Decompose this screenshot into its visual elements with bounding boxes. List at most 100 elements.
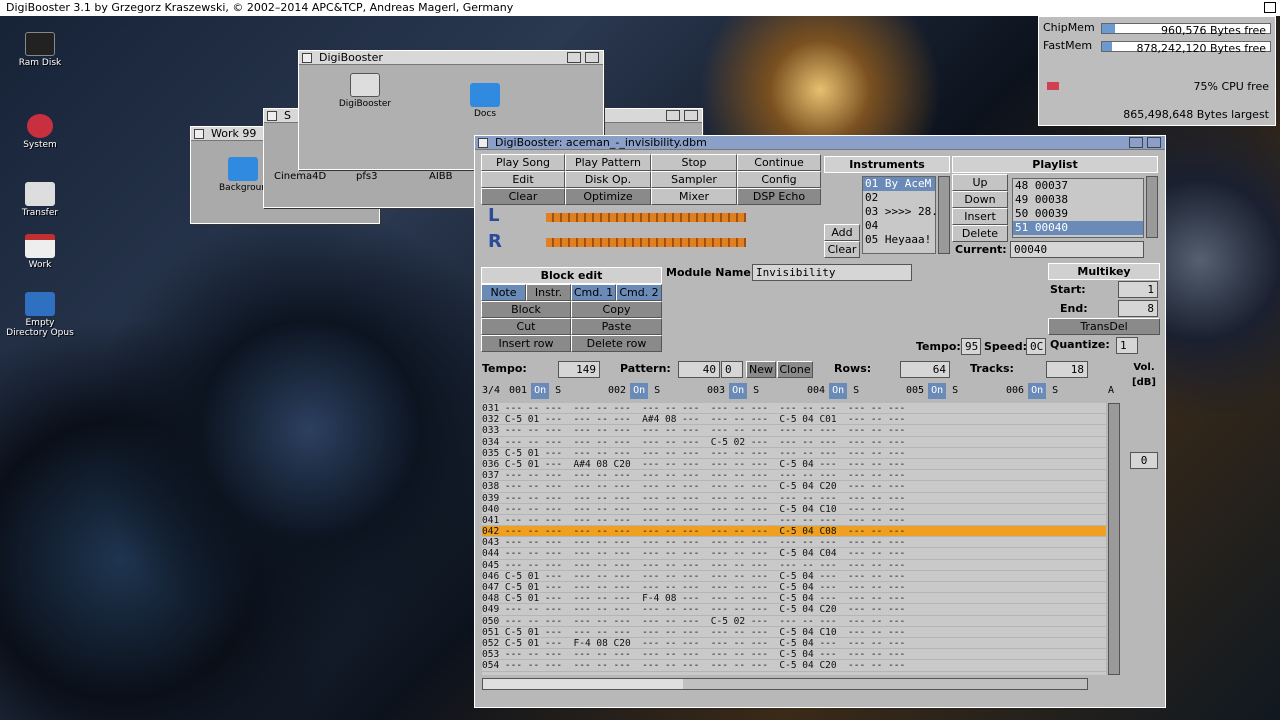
channel-solo-toggle[interactable]: S <box>654 385 660 396</box>
channel-on-toggle[interactable]: On <box>829 383 848 399</box>
sampler-button[interactable]: Sampler <box>651 171 737 188</box>
pattern-row[interactable]: 044 --- -- --- --- -- --- --- -- --- ---… <box>482 548 1106 560</box>
cmd2-toggle-button[interactable]: Cmd. 2 <box>616 284 662 301</box>
delete-row-button[interactable]: Delete row <box>571 335 662 352</box>
clear-button[interactable]: Clear <box>481 188 565 205</box>
playlist-item[interactable]: 49 00038 <box>1013 193 1143 207</box>
pattern-row[interactable]: 041 --- -- --- --- -- --- --- -- --- ---… <box>482 515 1106 527</box>
tempo2-field[interactable]: 95 <box>961 338 981 355</box>
block-button[interactable]: Block <box>481 301 571 318</box>
pattern-row[interactable]: 039 --- -- --- --- -- --- --- -- --- ---… <box>482 493 1106 504</box>
pattern-row[interactable]: 040 --- -- --- --- -- --- --- -- --- ---… <box>482 504 1106 515</box>
channel-solo-toggle[interactable]: S <box>753 385 759 396</box>
digi-drawer-title-bar[interactable]: DigiBooster <box>299 51 603 65</box>
pattern-row[interactable]: 031 --- -- --- --- -- --- --- -- --- ---… <box>482 403 1106 415</box>
depth-gadget-icon[interactable] <box>1264 2 1276 13</box>
pattern-row[interactable]: 051 C-5 01 --- --- -- --- --- -- --- ---… <box>482 627 1106 638</box>
close-gadget-icon[interactable] <box>478 138 488 148</box>
zoom-gadget-icon[interactable] <box>1129 137 1143 148</box>
pattern-row[interactable]: 043 --- -- --- --- -- --- --- -- --- ---… <box>482 537 1106 549</box>
playlist-insert-button[interactable]: Insert <box>952 208 1008 225</box>
depth-gadget-icon[interactable] <box>684 110 698 121</box>
channel-solo-toggle[interactable]: S <box>555 385 561 396</box>
copy-button[interactable]: Copy <box>571 301 662 318</box>
rows-field[interactable]: 64 <box>900 361 950 378</box>
channel-on-toggle[interactable]: On <box>630 383 649 399</box>
pattern-row[interactable]: 033 --- -- --- --- -- --- --- -- --- ---… <box>482 425 1106 437</box>
note-toggle-button[interactable]: Note <box>481 284 526 301</box>
pattern-row[interactable]: 047 C-5 01 --- --- -- --- --- -- --- ---… <box>482 582 1106 594</box>
instr-toggle-button[interactable]: Instr. <box>526 284 571 301</box>
pattern-row[interactable]: 037 --- -- --- --- -- --- --- -- --- ---… <box>482 470 1106 482</box>
transdel-button[interactable]: TransDel <box>1048 318 1160 335</box>
pattern-sub-field[interactable]: 0 <box>721 361 743 378</box>
disk-op-button[interactable]: Disk Op. <box>565 171 651 188</box>
channel-a-label[interactable]: A <box>1108 383 1114 399</box>
depth-gadget-icon[interactable] <box>585 52 599 63</box>
pattern-row[interactable]: 054 --- -- --- --- -- --- --- -- --- ---… <box>482 660 1106 672</box>
playlist-item[interactable]: 51 00040 <box>1013 221 1143 235</box>
instrument-item[interactable]: 02 <box>863 191 935 205</box>
paste-button[interactable]: Paste <box>571 318 662 335</box>
pattern-editor-grid[interactable]: 031 --- -- --- --- -- --- --- -- --- ---… <box>482 403 1106 675</box>
end-field[interactable]: 8 <box>1118 300 1158 317</box>
instrument-add-button[interactable]: Add <box>824 224 860 241</box>
quantize-field[interactable]: 1 <box>1116 337 1138 354</box>
pattern-row[interactable]: 036 C-5 01 --- A#4 08 C20 --- -- --- ---… <box>482 459 1106 471</box>
dsp-echo-button[interactable]: DSP Echo <box>737 188 821 205</box>
pattern-row[interactable]: 053 --- -- --- --- -- --- --- -- --- ---… <box>482 649 1106 661</box>
docs-drawer-icon[interactable]: Docs <box>455 83 515 119</box>
depth-gadget-icon[interactable] <box>1147 137 1161 148</box>
aibb-label[interactable]: AIBB <box>429 171 453 182</box>
close-gadget-icon[interactable] <box>302 53 312 63</box>
instrument-item[interactable]: 03 >>>> 28.l. <box>863 205 951 219</box>
playlist-scrollbar[interactable] <box>1146 176 1158 238</box>
mixer-button[interactable]: Mixer <box>651 188 737 205</box>
close-gadget-icon[interactable] <box>267 111 277 121</box>
channel-solo-toggle[interactable]: S <box>853 385 859 396</box>
cut-button[interactable]: Cut <box>481 318 571 335</box>
pattern-field[interactable]: 40 <box>678 361 720 378</box>
speed-field[interactable]: 0C <box>1026 338 1046 355</box>
tracks-field[interactable]: 18 <box>1046 361 1088 378</box>
pattern-row[interactable]: 049 --- -- --- --- -- --- --- -- --- ---… <box>482 604 1106 616</box>
zoom-gadget-icon[interactable] <box>666 110 680 121</box>
insert-row-button[interactable]: Insert row <box>481 335 571 352</box>
close-gadget-icon[interactable] <box>194 129 204 139</box>
playlist-list[interactable]: 48 00037 49 00038 50 00039 51 00040 <box>1012 178 1144 238</box>
new-pattern-button[interactable]: New <box>746 361 776 378</box>
pattern-row[interactable]: 045 --- -- --- --- -- --- --- -- --- ---… <box>482 560 1106 571</box>
cinema4d-label[interactable]: Cinema4D <box>274 171 326 182</box>
current-field[interactable]: 00040 <box>1010 241 1144 258</box>
play-pattern-button[interactable]: Play Pattern <box>565 154 651 171</box>
pattern-row[interactable]: 032 C-5 01 --- --- -- --- A#4 08 --- ---… <box>482 414 1106 426</box>
edit-button[interactable]: Edit <box>481 171 565 188</box>
pattern-row[interactable]: 042 --- -- --- --- -- --- --- -- --- ---… <box>482 526 1106 538</box>
tempo-field[interactable]: 149 <box>558 361 600 378</box>
ram-disk-icon[interactable]: Ram Disk <box>10 32 70 68</box>
zoom-gadget-icon[interactable] <box>567 52 581 63</box>
pattern-row[interactable]: 050 --- -- --- --- -- --- --- -- --- C-5… <box>482 616 1106 627</box>
scroll-thumb[interactable] <box>483 679 683 689</box>
pattern-row[interactable]: 048 C-5 01 --- --- -- --- F-4 08 --- ---… <box>482 593 1106 605</box>
pattern-row[interactable]: 052 C-5 01 --- F-4 08 C20 --- -- --- ---… <box>482 638 1106 650</box>
channel-solo-toggle[interactable]: S <box>1052 385 1058 396</box>
multikey-header[interactable]: Multikey <box>1048 263 1160 280</box>
work-disk-icon[interactable]: Work <box>10 234 70 270</box>
playlist-item[interactable]: 50 00039 <box>1013 207 1143 221</box>
channel-on-toggle[interactable]: On <box>1028 383 1047 399</box>
transfer-icon[interactable]: Transfer <box>10 182 70 218</box>
channel-on-toggle[interactable]: On <box>531 383 550 399</box>
pattern-row[interactable]: 034 --- -- --- --- -- --- --- -- --- C-5… <box>482 437 1106 448</box>
playlist-delete-button[interactable]: Delete <box>952 225 1008 242</box>
pfs3-label[interactable]: pfs3 <box>356 171 377 182</box>
cmd1-toggle-button[interactable]: Cmd. 1 <box>571 284 616 301</box>
pattern-horizontal-scrollbar[interactable] <box>482 678 1088 690</box>
stop-button[interactable]: Stop <box>651 154 737 171</box>
playlist-up-button[interactable]: Up <box>952 174 1008 191</box>
instrument-scrollbar[interactable] <box>938 176 950 254</box>
playlist-down-button[interactable]: Down <box>952 191 1008 208</box>
channel-solo-toggle[interactable]: S <box>952 385 958 396</box>
digibooster-app-icon[interactable]: DigiBooster <box>335 73 395 109</box>
pattern-vertical-scrollbar[interactable] <box>1108 403 1120 675</box>
